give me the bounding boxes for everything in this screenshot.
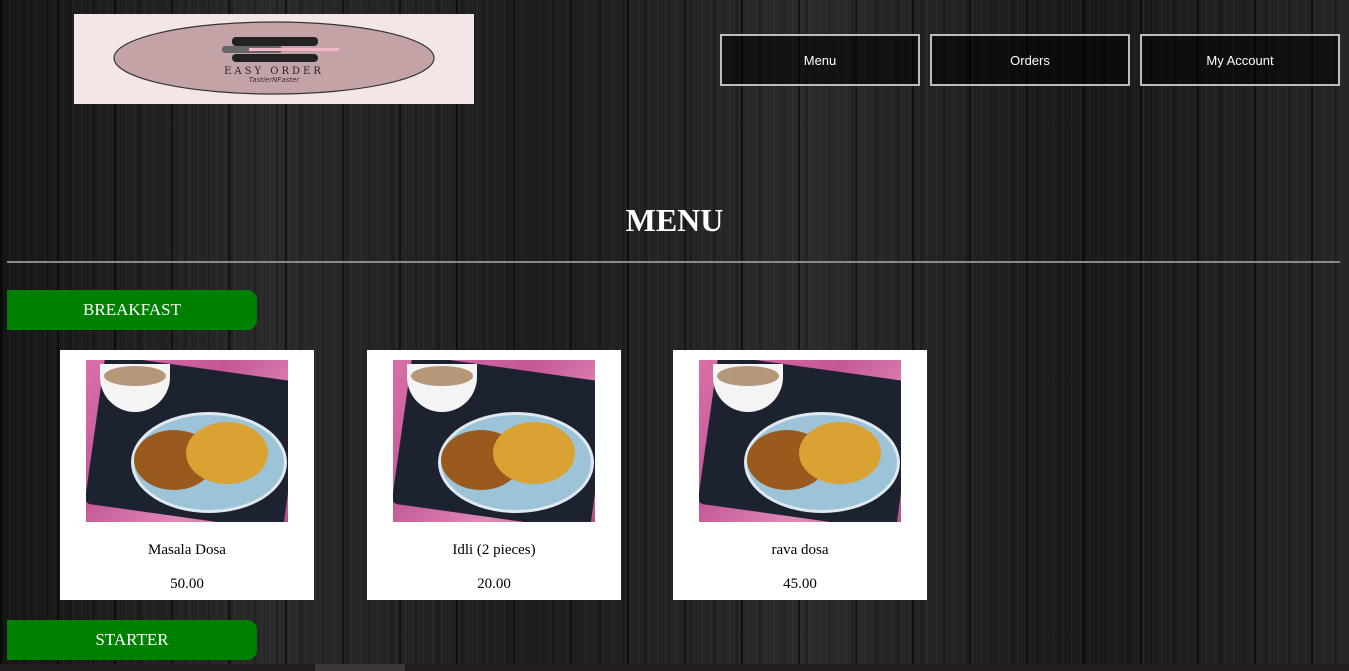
scrollbar-thumb[interactable] [314, 664, 405, 671]
category-starter[interactable]: STARTER [7, 620, 257, 660]
item-name: rava dosa [771, 542, 829, 558]
logo-image: EASY ORDER TastierNFaster [113, 21, 435, 95]
item-price: 20.00 [477, 576, 511, 592]
svg-text:TastierNFaster: TastierNFaster [249, 76, 301, 84]
nav-orders-button[interactable]: Orders [930, 34, 1130, 86]
horizontal-scrollbar[interactable] [0, 664, 1349, 671]
nav-menu-button[interactable]: Menu [720, 34, 920, 86]
item-name: Idli (2 pieces) [452, 542, 536, 558]
food-image [699, 360, 901, 522]
page-title: MENU [625, 202, 724, 238]
menu-item-card[interactable]: Masala Dosa 50.00 [60, 350, 314, 600]
category-breakfast[interactable]: BREAKFAST [7, 290, 257, 330]
menu-item-card[interactable]: Idli (2 pieces) 20.00 [367, 350, 621, 600]
food-image [86, 360, 288, 522]
nav-my-account-button[interactable]: My Account [1140, 34, 1340, 86]
menu-item-card[interactable]: rava dosa 45.00 [673, 350, 927, 600]
top-nav: Menu Orders My Account [720, 34, 1340, 86]
item-price: 45.00 [783, 576, 817, 592]
food-image [393, 360, 595, 522]
logo[interactable]: EASY ORDER TastierNFaster [74, 14, 474, 104]
item-name: Masala Dosa [148, 542, 226, 558]
divider [7, 261, 1340, 263]
item-price: 50.00 [170, 576, 204, 592]
